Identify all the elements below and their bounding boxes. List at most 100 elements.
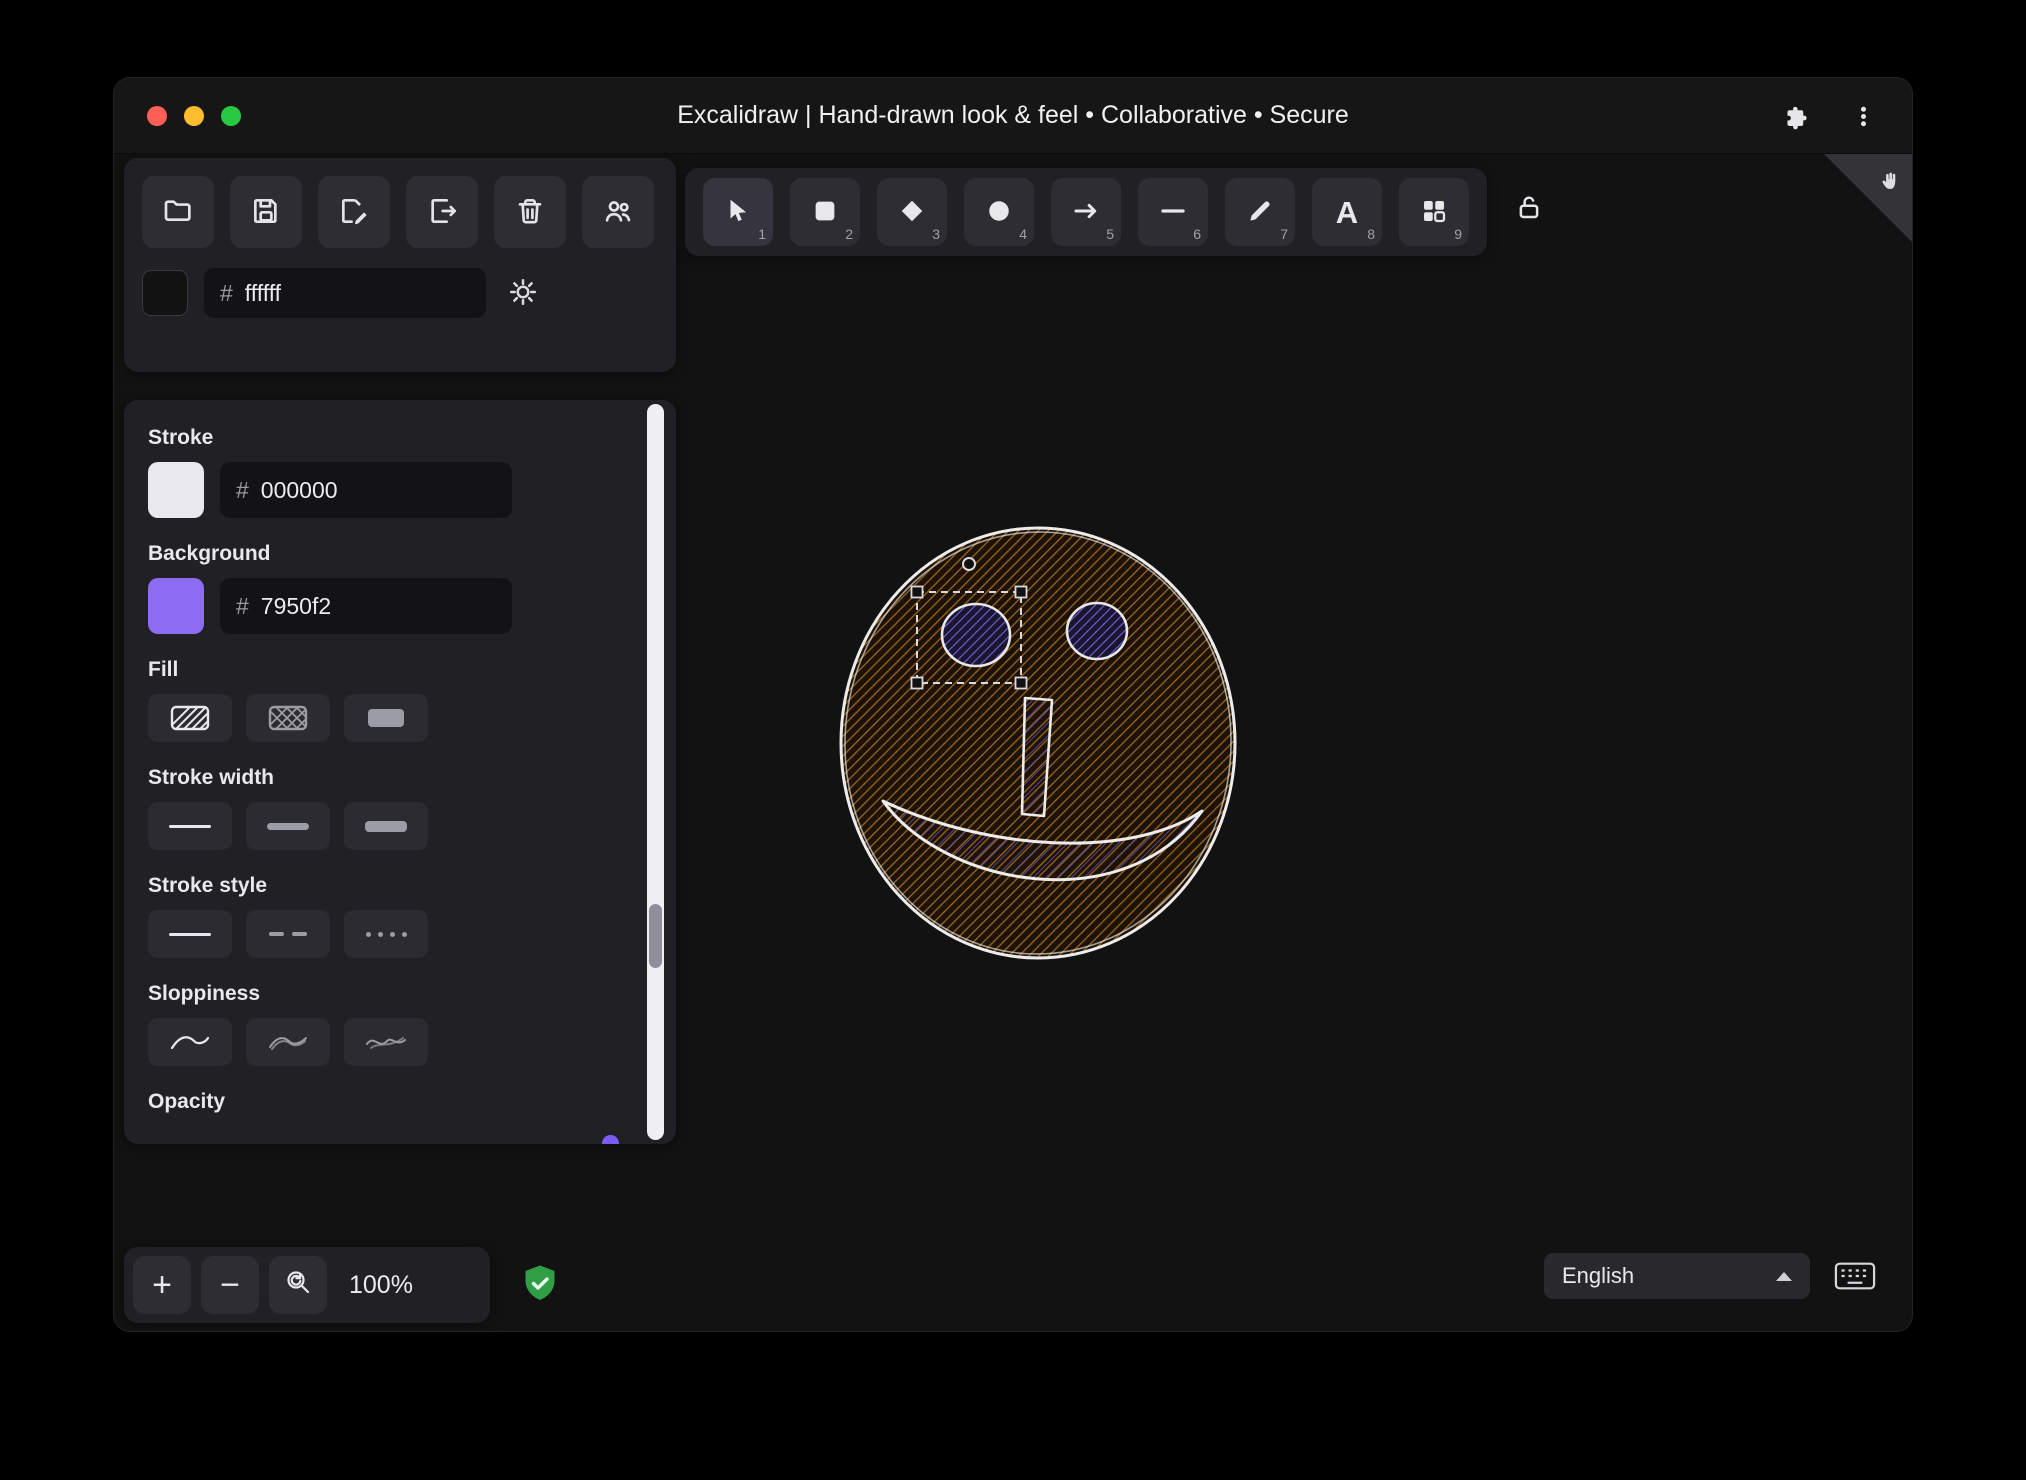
save-button[interactable] [230, 176, 302, 248]
shapes-grid-icon [1419, 196, 1449, 229]
minimize-window-button[interactable] [184, 105, 204, 126]
stroke-style-options [148, 910, 652, 958]
language-select[interactable]: English [1544, 1253, 1810, 1299]
overflow-menu-icon[interactable] [1851, 104, 1876, 129]
properties-panel: Stroke # Background # Fill [124, 400, 676, 1144]
fill-hachure-button[interactable] [148, 694, 232, 742]
resize-handle-nw [910, 585, 924, 599]
background-hex-input[interactable] [260, 592, 421, 620]
tool-arrow[interactable]: 5 [1051, 178, 1121, 246]
chevron-up-icon [1776, 1271, 1792, 1281]
zoom-island: + − 100% [124, 1247, 490, 1323]
extra-bold-line-icon [365, 820, 407, 832]
stroke-width-options [148, 802, 652, 850]
zoom-in-button[interactable]: + [133, 1256, 191, 1314]
open-folder-icon [162, 195, 194, 230]
magnifier-reset-icon [284, 1266, 312, 1305]
open-button[interactable] [142, 176, 214, 248]
tool-ellipse[interactable]: 4 [964, 178, 1034, 246]
tool-shortcut: 9 [1454, 226, 1462, 242]
stroke-hex-input[interactable] [260, 476, 421, 504]
tool-shortcut: 6 [1193, 226, 1201, 242]
tool-draw[interactable]: 7 [1225, 178, 1295, 246]
bold-line-icon [267, 822, 309, 830]
unlock-icon [1514, 192, 1544, 225]
collaborators-icon [602, 195, 634, 230]
hash-prefix: # [220, 279, 233, 306]
stroke-style-solid-button[interactable] [148, 910, 232, 958]
resize-handle-ne [1014, 585, 1028, 599]
collaborators-button[interactable] [582, 176, 654, 248]
theme-toggle-button[interactable] [508, 277, 538, 310]
rotation-handle [962, 557, 976, 571]
stroke-color-row: # [148, 462, 652, 518]
save-as-button[interactable] [318, 176, 390, 248]
close-window-button[interactable] [147, 105, 167, 126]
zoom-window-button[interactable] [221, 105, 241, 126]
tool-rectangle[interactable]: 2 [790, 178, 860, 246]
tool-shortcut: 2 [845, 226, 853, 242]
export-file-icon [426, 195, 458, 230]
trash-icon [514, 195, 546, 230]
panel-scrollbar-thumb[interactable] [649, 904, 662, 968]
sloppiness-artist-button[interactable] [246, 1018, 330, 1066]
stroke-width-bold-button[interactable] [246, 802, 330, 850]
stroke-style-dashed-button[interactable] [246, 910, 330, 958]
canvas-background-input[interactable] [244, 279, 405, 307]
titlebar-actions [1784, 78, 1876, 154]
tool-diamond[interactable]: 3 [877, 178, 947, 246]
tool-line[interactable]: 6 [1138, 178, 1208, 246]
canvas-corner-fold[interactable] [1824, 154, 1912, 247]
zoom-out-button[interactable]: − [201, 1256, 259, 1314]
stroke-width-thin-button[interactable] [148, 802, 232, 850]
stroke-label: Stroke [148, 426, 214, 449]
text-tool-icon: A [1335, 194, 1359, 230]
background-color-swatch[interactable] [148, 578, 204, 634]
keyboard-shortcuts-button[interactable] [1834, 1260, 1876, 1295]
clear-canvas-button[interactable] [494, 176, 566, 248]
stroke-width-extrabold-button[interactable] [344, 802, 428, 850]
pencil-icon [1245, 196, 1275, 229]
architect-squiggle-icon [168, 1027, 212, 1057]
tool-shapes[interactable]: 9 [1399, 178, 1469, 246]
keep-tool-active-lock[interactable] [1507, 186, 1551, 230]
extensions-puzzle-icon[interactable] [1784, 103, 1811, 130]
background-hexbox: # [220, 578, 512, 634]
fill-crosshatch-button[interactable] [246, 694, 330, 742]
encryption-shield-icon [523, 1264, 557, 1309]
cross-hatch-icon [266, 703, 310, 733]
zoom-value: 100% [349, 1270, 413, 1299]
file-toolbar-island: # [124, 158, 676, 372]
rectangle-icon [810, 196, 840, 229]
tool-text[interactable]: A 8 [1312, 178, 1382, 246]
stroke-style-label: Stroke style [148, 874, 268, 897]
fill-solid-button[interactable] [344, 694, 428, 742]
canvas-background-swatch[interactable] [142, 270, 188, 316]
tool-shortcut: 8 [1367, 226, 1375, 242]
zoom-reset-button[interactable] [269, 1256, 327, 1314]
panel-scrollbar[interactable] [647, 404, 664, 1140]
file-toolbar [142, 176, 658, 248]
tool-selection[interactable]: 1 [703, 178, 773, 246]
keyboard-icon [1834, 1260, 1876, 1295]
stroke-color-swatch[interactable] [148, 462, 204, 518]
export-button[interactable] [406, 176, 478, 248]
window-controls [114, 105, 241, 126]
tool-toolbar-island: 1 2 3 4 5 6 7 A 8 9 [685, 168, 1487, 256]
smiley-face[interactable] [838, 525, 1238, 960]
stroke-style-dotted-button[interactable] [344, 910, 428, 958]
opacity-slider-handle[interactable] [602, 1135, 619, 1144]
hash-prefix: # [236, 476, 249, 503]
right-eye[interactable] [1065, 601, 1129, 661]
left-eye[interactable] [940, 602, 1012, 668]
titlebar: Excalidraw | Hand-drawn look & feel • Co… [114, 78, 1912, 154]
sloppiness-cartoonist-button[interactable] [344, 1018, 428, 1066]
hand-icon [1878, 168, 1902, 197]
sloppiness-label: Sloppiness [148, 982, 261, 1005]
selection-cursor-icon [723, 196, 753, 229]
stroke-hexbox: # [220, 462, 512, 518]
tool-shortcut: 4 [1019, 226, 1027, 242]
sloppiness-architect-button[interactable] [148, 1018, 232, 1066]
save-icon [250, 195, 282, 230]
window-title: Excalidraw | Hand-drawn look & feel • Co… [677, 101, 1349, 129]
